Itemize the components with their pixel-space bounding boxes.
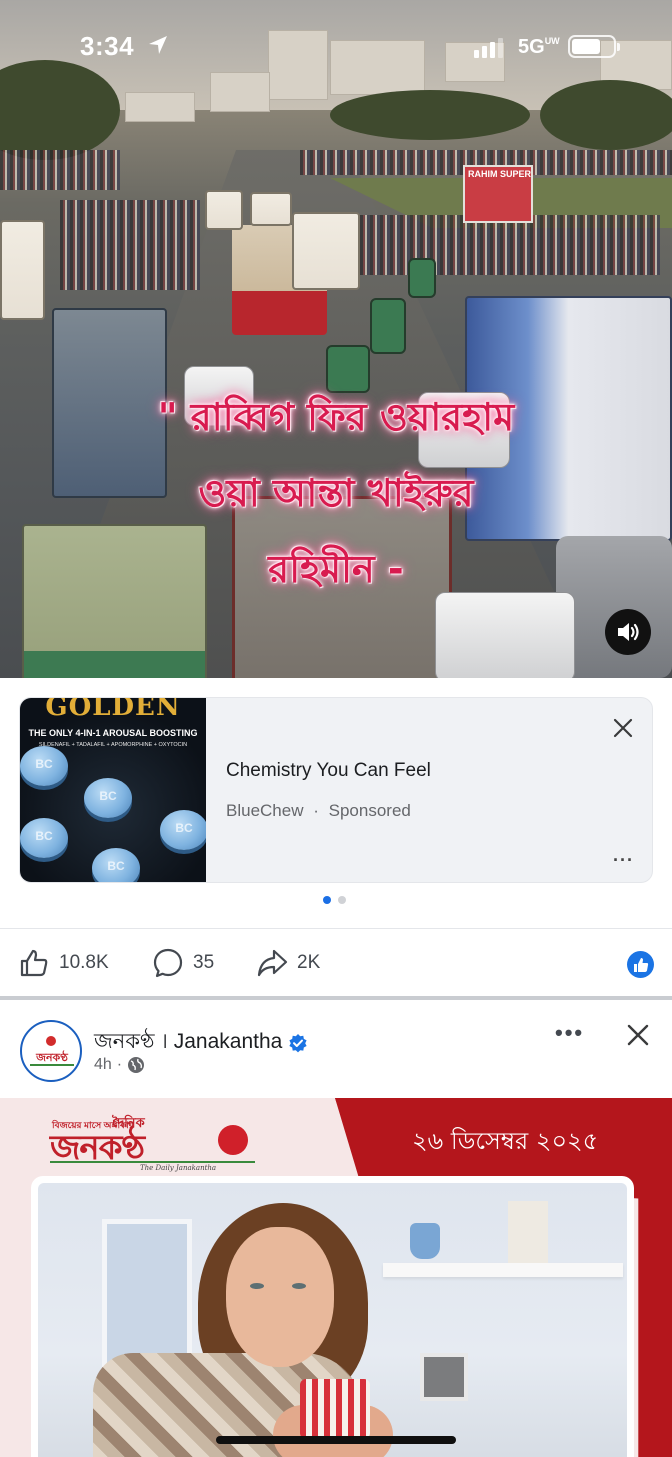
photo-shelf <box>383 1263 623 1277</box>
photo-vase <box>410 1223 440 1259</box>
carousel-indicator <box>323 896 346 904</box>
banner-brand-name: জনকণ্ঠ <box>50 1128 145 1168</box>
sponsored-label: Sponsored <box>328 801 411 820</box>
post-time[interactable]: 4h <box>94 1056 112 1074</box>
video-cng <box>408 258 436 298</box>
share-button[interactable]: 2K <box>256 947 320 979</box>
page-name-text[interactable]: জনকণ্ঠ । Janakantha <box>94 1025 282 1060</box>
post-header: জনকণ্ঠ জনকণ্ঠ । Janakantha 4h · ••• <box>0 1000 672 1098</box>
carousel-dot <box>338 896 346 904</box>
banner-date: ২৬ ডিসেম্বর ২০২৫ <box>412 1127 599 1155</box>
video-building <box>125 92 195 122</box>
ad-title[interactable]: Chemistry You Can Feel <box>226 760 431 782</box>
verified-badge-icon <box>289 1033 307 1052</box>
network-label: 5G <box>518 36 545 58</box>
carousel-dot-active <box>323 896 331 904</box>
thumbs-up-icon <box>633 957 648 972</box>
like-button[interactable]: 10.8K <box>18 947 109 979</box>
ad-advertiser[interactable]: BlueChew <box>226 801 304 820</box>
meta-separator: · <box>116 1056 123 1073</box>
pill-image: BC <box>160 810 206 850</box>
status-bar: 3:34 5GUW <box>0 0 672 90</box>
photo-shelf-item <box>508 1201 548 1263</box>
pill-mark: BC <box>99 789 117 803</box>
volume-button[interactable] <box>605 609 651 655</box>
cellular-signal-icon <box>474 38 503 58</box>
video-sign-text: RAHIM SUPER <box>468 169 532 179</box>
page-name[interactable]: জনকণ্ঠ । Janakantha <box>94 1025 308 1060</box>
banner-english-name: The Daily Janakantha <box>140 1164 217 1172</box>
meta-separator: · <box>313 801 319 820</box>
video-caption-line-1: " রাব্বিগ ফির ওয়ারহাম <box>157 395 515 439</box>
video-caption-line-3: রহিমীন - <box>268 547 404 591</box>
sponsored-ad-card[interactable]: GOLDEN THE ONLY 4-IN-1 AROUSAL BOOSTING … <box>19 697 653 883</box>
video-crowd <box>60 200 200 290</box>
post-meta: 4h · <box>94 1056 145 1074</box>
photo-person-eye <box>292 1283 306 1289</box>
network-type: 5GUW <box>518 36 560 59</box>
home-indicator[interactable] <box>216 1436 456 1444</box>
photo-frame <box>31 1176 634 1457</box>
pill-image: BC <box>84 778 132 818</box>
ad-image-subline: THE ONLY 4-IN-1 AROUSAL BOOSTING <box>28 728 198 738</box>
video-bus <box>250 192 292 226</box>
video-crowd <box>0 150 120 190</box>
comment-icon <box>153 948 183 978</box>
video-crowd <box>330 215 660 275</box>
post-image[interactable]: বিজয়ের মাসে অঙ্গীকার দৈনিক জনকণ্ঠ The D… <box>0 1098 672 1457</box>
like-count: 10.8K <box>59 952 109 973</box>
photo-mug <box>300 1379 370 1439</box>
video-bus <box>292 212 360 290</box>
photo-person-eye <box>250 1283 264 1289</box>
post-action-bar: 10.8K 35 2K <box>0 940 672 988</box>
ad-more-options-button[interactable]: ··· <box>613 850 634 871</box>
avatar[interactable]: জনকণ্ঠ <box>20 1020 82 1082</box>
video-bus <box>205 190 243 230</box>
video-trees <box>540 80 672 150</box>
photo-picture-frame <box>420 1353 468 1401</box>
avatar-logo-line <box>30 1064 74 1066</box>
comment-count: 35 <box>193 952 215 973</box>
video-trees <box>330 90 530 140</box>
photo-person-face <box>226 1227 334 1367</box>
divider <box>0 928 672 929</box>
photo <box>38 1183 627 1457</box>
ad-image-headline: GOLDEN <box>45 698 181 722</box>
video-car <box>435 592 575 678</box>
pill-mark: BC <box>175 821 193 835</box>
status-time: 3:34 <box>80 31 135 61</box>
thumbs-up-icon <box>20 949 48 977</box>
post-more-options-button[interactable]: ••• <box>555 1020 584 1046</box>
pill-image: BC <box>92 848 140 882</box>
pill-mark: BC <box>35 829 53 843</box>
ad-image[interactable]: GOLDEN THE ONLY 4-IN-1 AROUSAL BOOSTING … <box>20 698 206 882</box>
close-icon[interactable] <box>612 717 634 739</box>
pill-image: BC <box>20 818 68 858</box>
share-icon <box>257 949 288 977</box>
video-caption-line-2: ওয়া আন্তা খাইরুর <box>198 471 474 515</box>
video-cng <box>326 345 370 393</box>
speaker-icon <box>618 623 639 641</box>
globe-icon <box>128 1057 145 1073</box>
reaction-like-badge[interactable] <box>627 951 654 978</box>
video-player[interactable]: RAHIM SUPER " রাব্বিগ ফির ওয়ারহাম ওয়া … <box>0 0 672 678</box>
pill-image: BC <box>20 746 68 786</box>
video-bus <box>0 220 45 320</box>
banner-sun-icon <box>218 1125 248 1155</box>
pill-mark: BC <box>35 757 53 771</box>
battery-icon <box>568 35 620 58</box>
banner-brand-line <box>50 1161 255 1163</box>
comment-button[interactable]: 35 <box>152 947 214 979</box>
pill-mark: BC <box>107 859 125 873</box>
close-icon[interactable] <box>626 1023 650 1047</box>
network-suffix: UW <box>544 36 560 46</box>
share-count: 2K <box>297 952 321 973</box>
ad-meta: BlueChew · Sponsored <box>226 801 411 821</box>
location-arrow-icon <box>149 36 167 54</box>
video-cng <box>370 298 406 354</box>
avatar-sun-icon <box>46 1036 56 1046</box>
